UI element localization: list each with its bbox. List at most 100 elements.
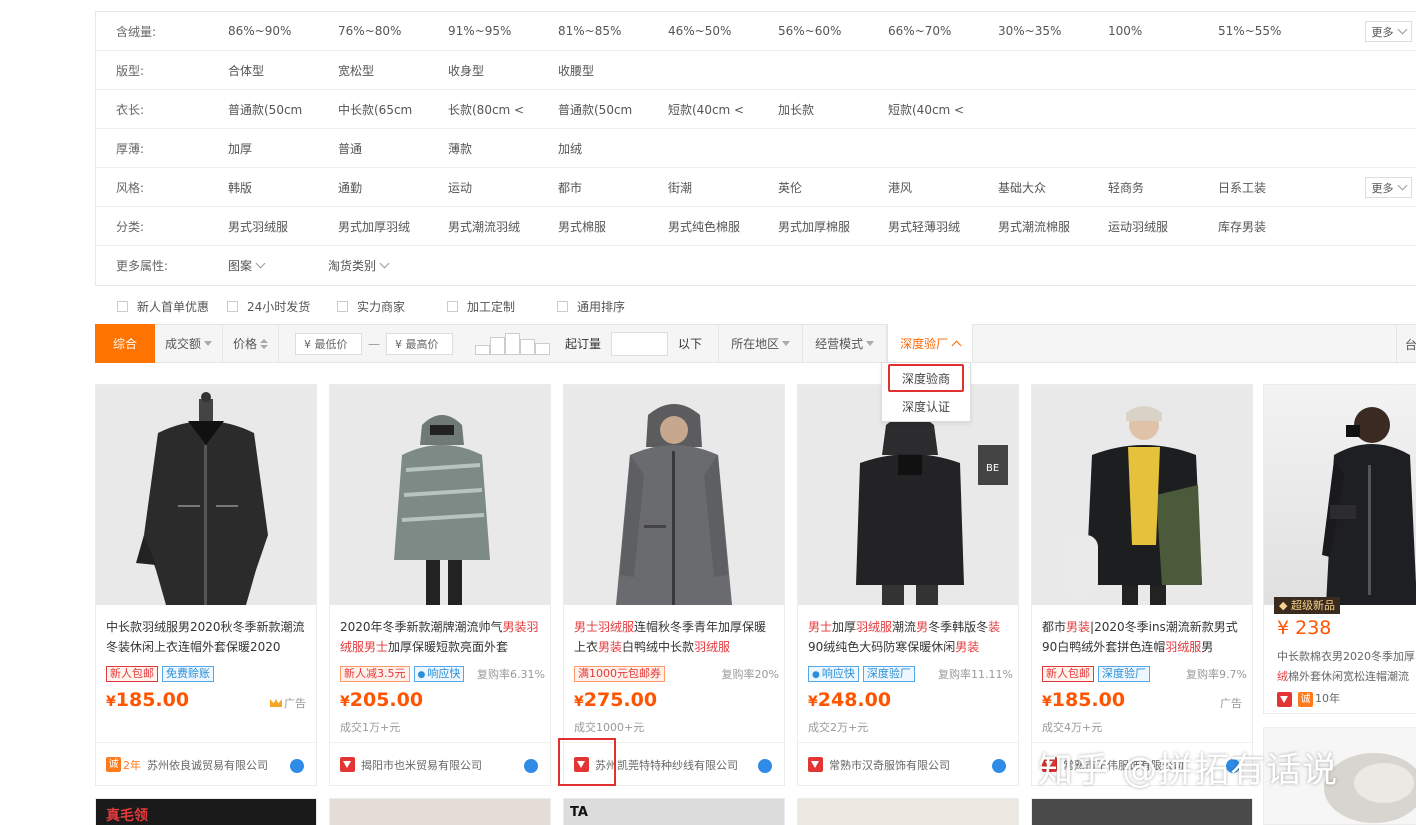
product-image[interactable] (1264, 385, 1416, 605)
product-title[interactable]: 中长款棉衣男2020冬季加厚 绒棉外套休闲宽松连帽潮流 诚 10年 (1277, 647, 1416, 709)
filter-option[interactable]: 轻商务 (1108, 179, 1218, 196)
filter-option[interactable]: 普通款(50cm (558, 101, 668, 118)
filter-option[interactable]: 男式棉服 (558, 218, 668, 235)
product-card-bottom[interactable]: 真毛领 (95, 798, 317, 825)
filter-option[interactable]: 男式轻薄羽绒 (888, 218, 998, 235)
max-price-input[interactable]: ¥ 最高价 (386, 332, 454, 355)
menu-item-deep-merchant[interactable]: 深度验商 (888, 364, 964, 392)
filter-option[interactable]: 收身型 (448, 62, 558, 79)
product-card-bottom[interactable] (797, 798, 1019, 825)
more-button[interactable]: 更多 (1365, 177, 1412, 198)
store-row[interactable]: 诚 2年 苏州依良诚贸易有限公司 (96, 742, 316, 785)
filter-option[interactable]: 加厚 (228, 140, 338, 157)
product-card-bottom[interactable]: TA (563, 798, 785, 825)
more-attr-dropdown[interactable]: 淘货类别 (328, 257, 428, 274)
filter-option[interactable]: 运动 (448, 179, 558, 196)
filter-option[interactable]: 短款(40cm < (668, 101, 778, 118)
store-row[interactable]: 常熟市汉奇服饰有限公司 (798, 742, 1018, 785)
filter-option[interactable]: 86%~90% (228, 24, 338, 38)
filter-option[interactable]: 男式加厚羽绒 (338, 218, 448, 235)
product-image[interactable] (96, 385, 316, 605)
filter-option[interactable]: 短款(40cm < (888, 101, 998, 118)
filter-option[interactable]: 加长款 (778, 101, 888, 118)
store-name[interactable]: 常熟市汉奇服饰有限公司 (829, 757, 950, 773)
filter-option[interactable]: 韩版 (228, 179, 338, 196)
filter-option[interactable]: 薄款 (448, 140, 558, 157)
filter-option[interactable]: 运动羽绒服 (1108, 218, 1218, 235)
product-card[interactable]: BE 男士加厚羽绒服潮流男冬季韩版冬装 90绒纯色大码防寒保暖休闲男装 ● 响应快 深度验… (797, 384, 1019, 786)
service-checkbox[interactable]: 加工定制 (447, 298, 557, 315)
filter-option[interactable]: 男式加厚棉服 (778, 218, 888, 235)
filter-option[interactable]: 46%~50% (668, 24, 778, 38)
filter-option[interactable]: 中长款(65cm (338, 101, 448, 118)
more-attr-dropdown[interactable]: 图案 (228, 257, 328, 274)
store-name[interactable]: 苏州依良诚贸易有限公司 (147, 757, 268, 773)
filter-option[interactable]: 66%~70% (888, 24, 998, 38)
filter-option[interactable]: 100% (1108, 24, 1218, 38)
product-title[interactable]: 男士羽绒服连帽秋冬季青年加厚保暖上衣男装白鸭绒中长款羽绒服 (574, 617, 778, 657)
sort-volume-button[interactable]: 成交额 (155, 324, 224, 363)
product-image[interactable] (1032, 385, 1252, 605)
menu-item-deep-certified[interactable]: 深度认证 (882, 392, 970, 420)
filter-option[interactable]: 宽松型 (338, 62, 448, 79)
store-name[interactable]: 揭阳市也米贸易有限公司 (361, 757, 482, 773)
product-card-bottom[interactable] (1031, 798, 1253, 825)
business-mode-dropdown[interactable]: 经营模式 (803, 324, 888, 363)
chat-icon[interactable] (992, 759, 1006, 773)
product-title[interactable]: 中长款羽绒服男2020秋冬季新款潮流冬装休闲上衣连帽外套保暖2020 (106, 617, 310, 657)
store-name[interactable]: 苏州凯莞特特种纱线有限公司 (595, 757, 738, 773)
filter-option[interactable]: 51%~55% (1218, 24, 1328, 38)
filter-option[interactable]: 男式羽绒服 (228, 218, 338, 235)
chat-icon[interactable] (758, 759, 772, 773)
product-image[interactable] (564, 385, 784, 605)
chat-icon[interactable] (290, 759, 304, 773)
service-checkbox[interactable]: 通用排序 (557, 298, 667, 315)
filter-option[interactable]: 日系工装 (1218, 179, 1328, 196)
price-distribution-icon[interactable] (475, 332, 551, 355)
filter-option[interactable]: 男式潮流羽绒 (448, 218, 558, 235)
product-card[interactable]: 都市男装|2020冬季ins潮流新款男式90白鸭绒外套拼色连帽羽绒服男 新人包邮深… (1031, 384, 1253, 786)
filter-option[interactable]: 76%~80% (338, 24, 448, 38)
filter-option[interactable]: 英伦 (778, 179, 888, 196)
filter-option[interactable]: 长款(80cm < (448, 101, 558, 118)
service-checkbox[interactable]: 新人首单优惠 (117, 298, 227, 315)
filter-option[interactable]: 56%~60% (778, 24, 888, 38)
filter-option[interactable]: 街潮 (668, 179, 778, 196)
filter-option[interactable]: 港风 (888, 179, 998, 196)
service-checkbox[interactable]: 实力商家 (337, 298, 447, 315)
filter-option[interactable]: 通勤 (338, 179, 448, 196)
product-title[interactable]: 2020年冬季新款潮牌潮流帅气男装羽绒服男士加厚保暖短款亮面外套 (340, 617, 544, 657)
product-card[interactable]: 中长款羽绒服男2020秋冬季新款潮流冬装休闲上衣连帽外套保暖2020 新人包邮 免费… (95, 384, 317, 786)
filter-option[interactable]: 男式潮流棉服 (998, 218, 1108, 235)
filter-option[interactable]: 81%~85% (558, 24, 668, 38)
product-card[interactable]: 男士羽绒服连帽秋冬季青年加厚保暖上衣男装白鸭绒中长款羽绒服 满1000元包邮券 复购… (563, 384, 785, 786)
store-row[interactable]: 揭阳市也米贸易有限公司 (330, 742, 550, 785)
sort-price-button[interactable]: 价格 (223, 324, 280, 363)
filter-option[interactable]: 普通 (338, 140, 448, 157)
filter-option[interactable]: 91%~95% (448, 24, 558, 38)
filter-option[interactable]: 普通款(50cm (228, 101, 338, 118)
filter-option[interactable]: 30%~35% (998, 24, 1108, 38)
product-image[interactable] (330, 385, 550, 605)
product-card-partial[interactable]: ◆ 超级新品 ¥ 238 中长款棉衣男2020冬季加厚 绒棉外套休闲宽松连帽潮流… (1263, 384, 1416, 714)
more-button[interactable]: 更多 (1365, 21, 1412, 42)
filter-option[interactable]: 合体型 (228, 62, 338, 79)
service-checkbox[interactable]: 24小时发货 (227, 298, 337, 315)
filter-option[interactable]: 都市 (558, 179, 668, 196)
product-title[interactable]: 男士加厚羽绒服潮流男冬季韩版冬装 90绒纯色大码防寒保暖休闲男装 (808, 617, 1012, 657)
chat-icon[interactable] (524, 759, 538, 773)
product-title[interactable]: 都市男装|2020冬季ins潮流新款男式90白鸭绒外套拼色连帽羽绒服男 (1042, 617, 1246, 657)
filter-option[interactable]: 基础大众 (998, 179, 1108, 196)
product-card[interactable]: 2020年冬季新款潮牌潮流帅气男装羽绒服男士加厚保暖短款亮面外套 新人减3.5元 ●… (329, 384, 551, 786)
filter-option[interactable]: 库存男装 (1218, 218, 1328, 235)
filter-option[interactable]: 男式纯色棉服 (668, 218, 778, 235)
product-card-bottom[interactable] (329, 798, 551, 825)
region-dropdown[interactable]: 所在地区 (719, 324, 804, 363)
moq-input[interactable] (611, 331, 669, 356)
min-price-input[interactable]: ¥ 最低价 (295, 332, 363, 355)
filter-option[interactable]: 收腰型 (558, 62, 668, 79)
sort-overall-button[interactable]: 综合 (95, 323, 155, 363)
filter-option[interactable]: 加绒 (558, 140, 668, 157)
deep-inspection-dropdown[interactable]: 深度验厂 (887, 323, 974, 364)
sort-bar-overflow-item[interactable]: 台 (1396, 325, 1416, 364)
